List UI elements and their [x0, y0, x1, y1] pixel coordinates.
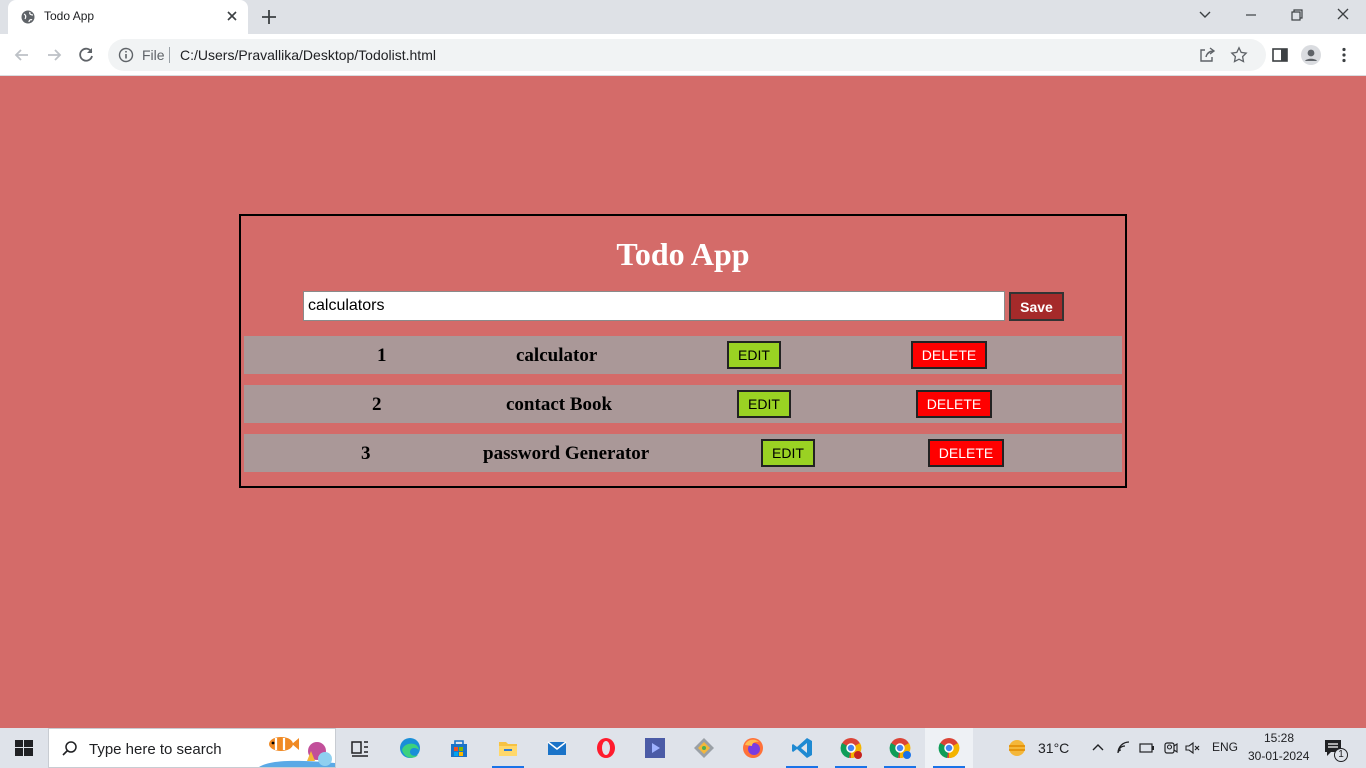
todo-text: contact Book: [506, 394, 613, 415]
todo-container: Todo App Save 1 calculator EDIT DELETE 2…: [239, 214, 1127, 488]
url-text[interactable]: C:/Users/Pravallika/Desktop/Todolist.htm…: [180, 47, 436, 63]
opera-app[interactable]: [582, 728, 630, 768]
divider: [169, 47, 170, 63]
chrome-icon: [840, 738, 862, 759]
mail-icon: [547, 741, 567, 755]
todo-row: 2 contact Book EDIT DELETE: [244, 385, 1122, 423]
battery-icon[interactable]: [1139, 740, 1155, 756]
opera-icon: [597, 738, 615, 758]
start-button[interactable]: [0, 728, 48, 768]
window-close-icon[interactable]: [1333, 6, 1353, 24]
windows-logo-icon: [15, 740, 33, 756]
scheme-label: File: [142, 47, 165, 63]
edit-button[interactable]: EDIT: [737, 390, 791, 418]
weather-temperature[interactable]: 31°C: [1038, 740, 1069, 756]
share-icon[interactable]: [1198, 46, 1216, 64]
chrome-profile-app[interactable]: [876, 728, 924, 768]
chrome-profile-app[interactable]: [827, 728, 875, 768]
reload-icon[interactable]: [76, 45, 96, 65]
chevron-down-icon[interactable]: [1195, 6, 1215, 24]
chrome-app[interactable]: [925, 728, 973, 768]
vscode-icon: [792, 738, 812, 758]
firefox-app[interactable]: [729, 728, 777, 768]
git-app[interactable]: [680, 728, 728, 768]
minimize-icon[interactable]: [1241, 6, 1261, 24]
clock-date[interactable]: 30-01-2024: [1248, 749, 1309, 763]
chrome-icon: [889, 738, 911, 759]
mail-app[interactable]: [533, 728, 581, 768]
search-placeholder: Type here to search: [89, 741, 222, 758]
profile-avatar-icon[interactable]: [1301, 45, 1321, 65]
back-arrow-icon[interactable]: [12, 45, 32, 65]
git-icon: [694, 738, 714, 758]
app-tile-icon: [645, 738, 665, 758]
more-vertical-icon[interactable]: [1334, 45, 1354, 65]
todo-number: 3: [361, 443, 371, 464]
clock-time[interactable]: 15:28: [1264, 731, 1294, 745]
file-explorer-app[interactable]: [484, 728, 532, 768]
chrome-icon: [938, 738, 960, 759]
globe-icon: [21, 10, 35, 24]
chevron-up-icon[interactable]: [1090, 740, 1106, 756]
store-icon: [451, 740, 467, 757]
search-highlight-fish-icon: [259, 731, 335, 767]
delete-button[interactable]: DELETE: [928, 439, 1004, 467]
delete-button[interactable]: DELETE: [916, 390, 992, 418]
restore-icon[interactable]: [1287, 6, 1307, 24]
info-icon[interactable]: [118, 47, 134, 63]
delete-button[interactable]: DELETE: [911, 341, 987, 369]
task-view-icon: [351, 741, 368, 757]
pinned-app-blue[interactable]: [631, 728, 679, 768]
edit-button[interactable]: EDIT: [761, 439, 815, 467]
forward-arrow-icon[interactable]: [44, 45, 64, 65]
browser-tab-active[interactable]: Todo App: [8, 0, 248, 34]
new-tab-icon[interactable]: [260, 8, 278, 26]
taskbar: Type here to search 31°C ENG 15:28 30-01…: [0, 728, 1366, 768]
meet-now-icon[interactable]: [1162, 740, 1178, 756]
folder-icon: [499, 742, 517, 756]
todo-row: 3 password Generator EDIT DELETE: [244, 434, 1122, 472]
search-icon: [61, 740, 79, 758]
vscode-app[interactable]: [778, 728, 826, 768]
page-title: Todo App: [616, 236, 750, 272]
firefox-icon: [743, 738, 763, 758]
task-view-button[interactable]: [336, 728, 384, 768]
todo-input[interactable]: [303, 291, 1005, 321]
notification-badge: 1: [1334, 748, 1348, 762]
taskbar-search[interactable]: Type here to search: [48, 728, 336, 768]
todo-number: 2: [372, 394, 382, 415]
edge-app[interactable]: [386, 728, 434, 768]
edge-icon: [400, 738, 420, 758]
weather-icon[interactable]: [1006, 738, 1028, 758]
edit-button[interactable]: EDIT: [727, 341, 781, 369]
wifi-icon[interactable]: [1116, 740, 1132, 756]
todo-text: password Generator: [483, 443, 650, 464]
todo-text: calculator: [516, 345, 598, 366]
volume-muted-icon[interactable]: [1185, 740, 1201, 756]
browser-toolbar: File C:/Users/Pravallika/Desktop/Todolis…: [0, 34, 1366, 76]
todo-number: 1: [377, 345, 387, 366]
store-app[interactable]: [435, 728, 483, 768]
language-indicator[interactable]: ENG: [1212, 740, 1238, 754]
tab-title: Todo App: [44, 9, 95, 23]
close-icon[interactable]: [224, 8, 240, 24]
todo-row: 1 calculator EDIT DELETE: [244, 336, 1122, 374]
address-bar[interactable]: File C:/Users/Pravallika/Desktop/Todolis…: [108, 39, 1266, 71]
save-button[interactable]: Save: [1009, 292, 1064, 321]
side-panel-icon[interactable]: [1270, 45, 1290, 65]
browser-tabstrip: Todo App: [0, 0, 1366, 34]
star-icon[interactable]: [1230, 46, 1248, 64]
